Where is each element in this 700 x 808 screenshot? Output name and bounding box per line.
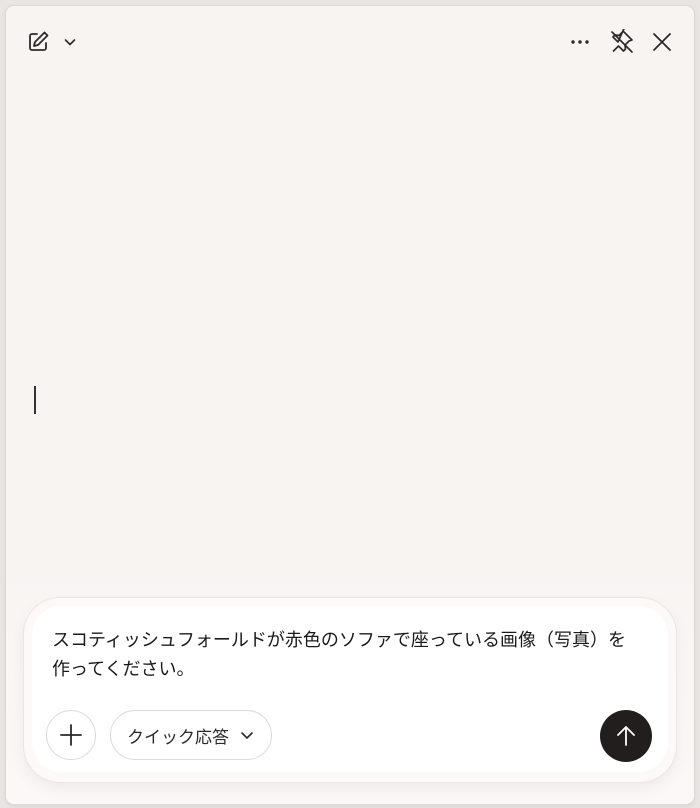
unpin-icon xyxy=(611,29,633,53)
text-cursor xyxy=(34,386,36,414)
quick-response-button[interactable]: クイック応答 xyxy=(110,710,272,760)
more-horizontal-icon xyxy=(571,40,589,44)
prompt-input[interactable]: スコティッシュフォールドが赤色のソファで座っている画像（写真）を作ってください。 xyxy=(52,626,632,684)
unpin-button[interactable] xyxy=(604,24,640,60)
close-button[interactable] xyxy=(644,24,680,60)
copilot-window: スコティッシュフォールドが赤色のソファで座っている画像（写真）を作ってください。… xyxy=(6,6,694,804)
new-chat-button[interactable] xyxy=(20,24,56,60)
new-chat-dropdown-button[interactable] xyxy=(56,24,84,60)
plus-icon xyxy=(60,724,82,746)
send-button[interactable] xyxy=(600,710,652,762)
composer-box: スコティッシュフォールドが赤色のソファで座っている画像（写真）を作ってください。… xyxy=(32,606,668,772)
close-icon xyxy=(653,33,671,51)
add-attachment-button[interactable] xyxy=(46,710,96,760)
chevron-down-icon xyxy=(241,732,253,739)
compose-icon xyxy=(29,31,49,51)
quick-response-label: クイック応答 xyxy=(127,727,229,748)
chevron-down-icon xyxy=(64,39,76,46)
more-options-button[interactable] xyxy=(562,24,598,60)
titlebar xyxy=(6,6,694,72)
conversation-area xyxy=(6,72,694,592)
composer: スコティッシュフォールドが赤色のソファで座っている画像（写真）を作ってください。… xyxy=(24,598,676,782)
arrow-up-icon xyxy=(617,726,635,746)
